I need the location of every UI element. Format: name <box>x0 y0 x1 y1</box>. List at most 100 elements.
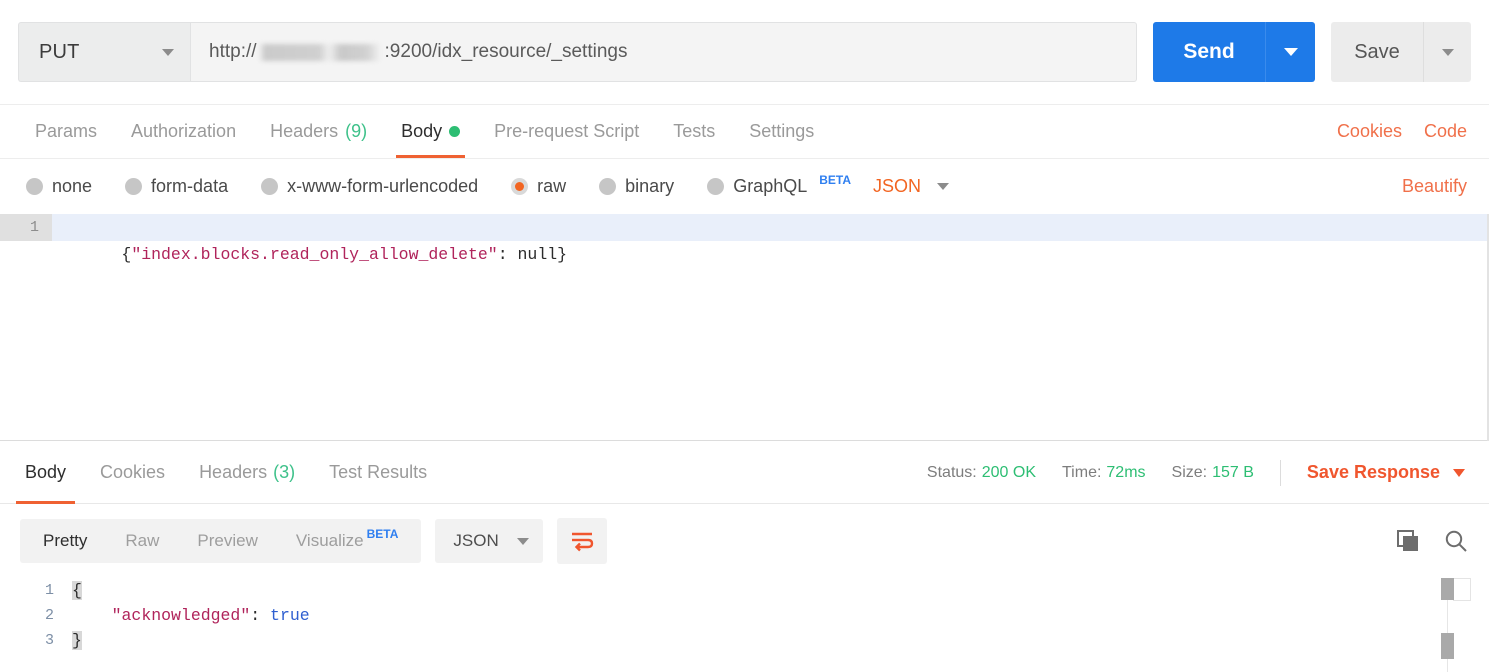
body-format-select[interactable]: JSON <box>873 176 950 197</box>
body-mode-label: raw <box>537 176 567 196</box>
radio-icon <box>707 178 725 195</box>
editor-line[interactable]: 1 {"index.blocks.read_only_allow_delete"… <box>0 214 1489 264</box>
body-mode-form-data[interactable]: form-data <box>125 176 228 197</box>
request-url-input[interactable]: http:// :9200/idx_resource/_settings <box>190 22 1137 82</box>
copy-icon <box>1397 530 1418 551</box>
body-mode-raw[interactable]: raw <box>511 176 566 197</box>
request-url-text: http:// :9200/idx_resource/_settings <box>209 41 627 63</box>
radio-icon-selected <box>511 178 529 195</box>
tab-label: Authorization <box>131 121 237 141</box>
tab-label: Body <box>25 462 67 482</box>
beautify-link[interactable]: Beautify <box>1402 176 1467 196</box>
tab-count: (3) <box>273 462 296 482</box>
url-prefix: http:// <box>209 41 257 62</box>
response-format-select[interactable]: JSON <box>435 519 544 563</box>
response-view-pretty[interactable]: Pretty <box>24 519 106 563</box>
view-label: Raw <box>125 531 160 550</box>
response-tabs: Body Cookies Headers (3) Test Results St… <box>0 442 1489 504</box>
response-format-label: JSON <box>453 531 499 550</box>
token-punct: } <box>557 245 568 264</box>
time-value: 72ms <box>1106 463 1146 481</box>
response-line-code: "acknowledged": true <box>72 603 310 628</box>
word-wrap-button[interactable] <box>557 518 608 564</box>
chevron-down-icon <box>1453 468 1465 477</box>
line-number: 1 <box>44 582 54 599</box>
copy-button[interactable] <box>1395 528 1421 554</box>
scrollbar-marker[interactable] <box>1441 633 1454 659</box>
url-host-redacted <box>258 43 383 61</box>
view-label: Pretty <box>43 531 88 550</box>
token-punct: : <box>497 245 508 264</box>
response-view-preview[interactable]: Preview <box>178 519 276 563</box>
chevron-down-icon <box>1441 48 1454 56</box>
tab-settings[interactable]: Settings <box>732 105 831 158</box>
response-tab-test-results[interactable]: Test Results <box>312 442 444 504</box>
radio-icon <box>261 178 279 195</box>
response-line: 3 } <box>0 628 1489 653</box>
body-mode-binary[interactable]: binary <box>599 176 674 197</box>
request-body-editor[interactable]: 1 {"index.blocks.read_only_allow_delete"… <box>0 214 1489 441</box>
response-toolbar: Pretty Raw Preview Visualize BETA JSON <box>0 504 1489 578</box>
send-button[interactable]: Send <box>1153 22 1265 82</box>
response-view-visualize[interactable]: Visualize BETA <box>277 519 418 563</box>
size-badge: Size: 157 B <box>1172 464 1254 482</box>
body-mode-row: none form-data x-www-form-urlencoded raw… <box>0 159 1489 214</box>
tab-label: Headers <box>270 121 339 141</box>
response-scrollbar[interactable] <box>1441 578 1455 672</box>
tab-count: (9) <box>345 121 368 141</box>
radio-icon <box>599 178 617 195</box>
body-present-dot-icon <box>449 126 461 137</box>
token-string: "index.blocks.read_only_allow_delete" <box>131 245 498 264</box>
time-badge: Time: 72ms <box>1062 464 1146 482</box>
tab-label: Test Results <box>329 462 428 482</box>
line-number: 2 <box>44 607 54 624</box>
response-body-viewer[interactable]: 1 { 2 "acknowledged": true 3 } <box>0 578 1489 672</box>
tab-label: Headers <box>199 462 268 482</box>
status-badge: Status: 200 OK <box>927 464 1036 482</box>
body-mode-graphql[interactable]: GraphQL BETA <box>707 173 851 197</box>
response-line-code: { <box>72 578 82 603</box>
cookies-link[interactable]: Cookies <box>1337 121 1402 142</box>
body-format-label: JSON <box>873 176 922 196</box>
scrollbar-thumb[interactable] <box>1441 578 1454 600</box>
body-mode-label: x-www-form-urlencoded <box>287 176 479 196</box>
tab-label: Cookies <box>100 462 166 482</box>
tab-authorization[interactable]: Authorization <box>114 105 253 158</box>
search-button[interactable] <box>1443 528 1469 554</box>
send-options-button[interactable] <box>1265 22 1315 82</box>
tab-tests[interactable]: Tests <box>656 105 732 158</box>
body-mode-x-www-form-urlencoded[interactable]: x-www-form-urlencoded <box>261 176 478 197</box>
http-method-select[interactable]: PUT <box>18 22 190 82</box>
response-line-code: } <box>72 628 82 653</box>
response-toolbar-actions <box>1395 528 1469 554</box>
response-tab-body[interactable]: Body <box>8 442 83 504</box>
token-punct: { <box>121 245 132 264</box>
body-mode-none[interactable]: none <box>26 176 92 197</box>
line-number: 3 <box>44 632 54 649</box>
http-method-label: PUT <box>39 40 80 63</box>
tab-params[interactable]: Params <box>18 105 114 158</box>
divider <box>1279 459 1281 486</box>
beta-badge: BETA <box>366 527 399 541</box>
tab-headers[interactable]: Headers (9) <box>253 105 384 158</box>
code-link[interactable]: Code <box>1424 121 1467 142</box>
response-tab-headers[interactable]: Headers (3) <box>182 442 312 504</box>
token-bool: true <box>270 606 310 625</box>
tab-pre-request-script[interactable]: Pre-request Script <box>477 105 656 158</box>
response-line: 1 { <box>0 578 1489 603</box>
response-view-raw[interactable]: Raw <box>106 519 178 563</box>
url-suffix: :9200/idx_resource/_settings <box>384 41 628 62</box>
save-options-button[interactable] <box>1423 22 1471 82</box>
line-number: 1 <box>0 214 52 241</box>
request-tabs-actions: Cookies Code <box>1337 105 1489 158</box>
save-button[interactable]: Save <box>1331 22 1423 82</box>
token-string: "acknowledged" <box>111 606 251 625</box>
chevron-down-icon <box>517 537 530 545</box>
body-mode-actions: Beautify <box>1402 176 1489 197</box>
tab-body[interactable]: Body <box>384 105 477 158</box>
response-tab-cookies[interactable]: Cookies <box>83 442 182 504</box>
save-response-button[interactable]: Save Response <box>1307 462 1465 483</box>
